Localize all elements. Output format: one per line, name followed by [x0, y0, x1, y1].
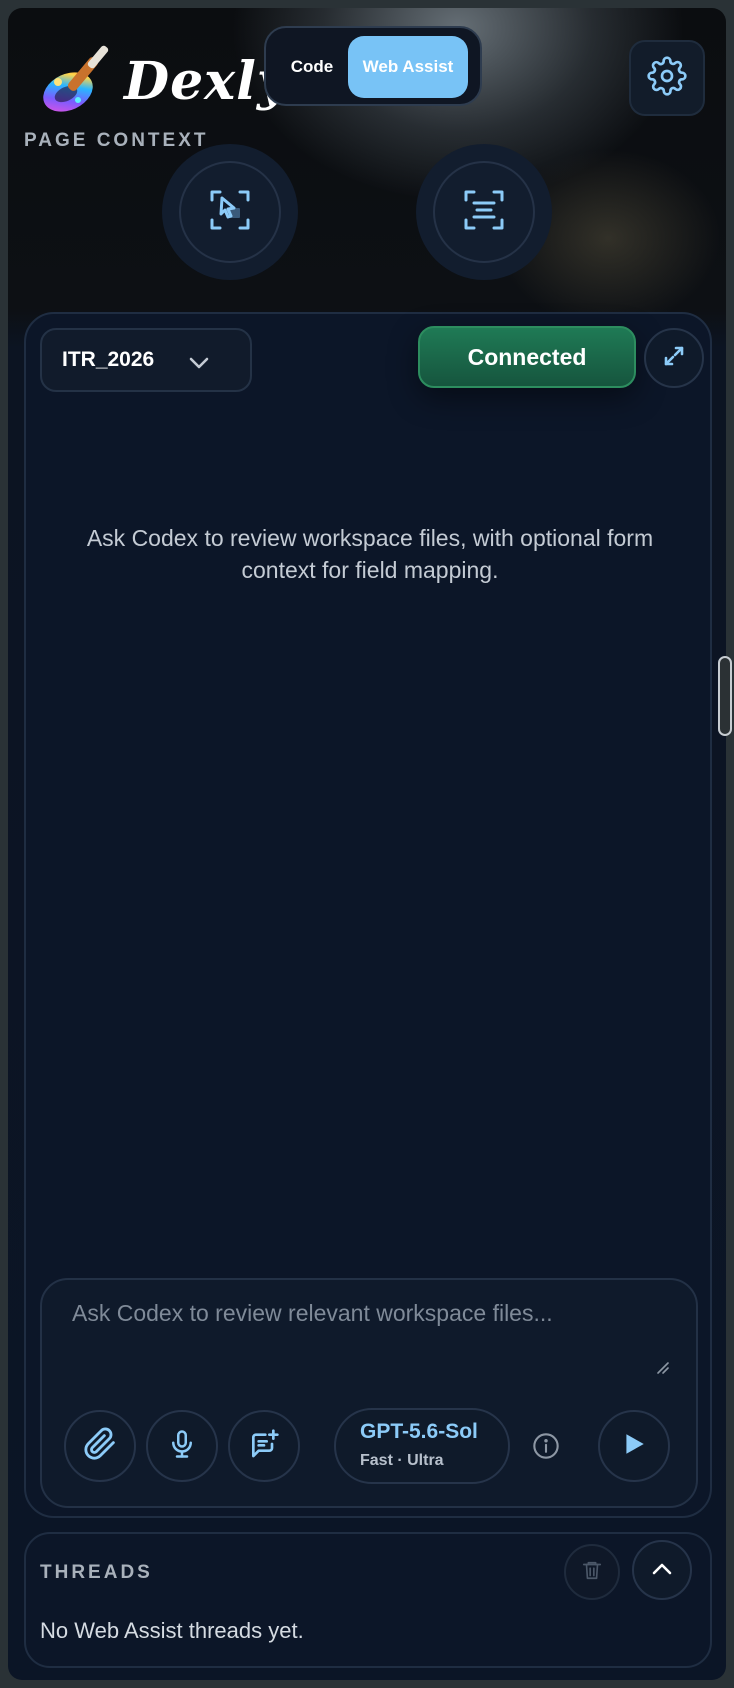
select-element-icon	[206, 186, 254, 238]
settings-button[interactable]	[629, 40, 705, 116]
threads-panel: THREADS No Web Assist threads yet.	[24, 1532, 712, 1668]
expand-button[interactable]	[644, 328, 704, 388]
workspace-name: ITR_2026	[62, 348, 155, 371]
chat-panel: ITR_2026 Connected Ask Codex to review w…	[24, 312, 712, 1518]
paperclip-icon	[83, 1427, 117, 1465]
voice-input-button[interactable]	[146, 1410, 218, 1482]
scan-text-icon	[460, 186, 508, 238]
tab-web-assist[interactable]: Web Assist	[348, 36, 468, 98]
logo-brush-icon	[38, 38, 122, 118]
model-name: GPT-5.6-Sol	[360, 1420, 478, 1443]
mode-switch: Code Web Assist	[264, 26, 482, 106]
trash-icon	[581, 1559, 603, 1585]
prompt-input[interactable]	[72, 1300, 672, 1380]
threads-title: THREADS	[40, 1562, 153, 1583]
workspace-select[interactable]: ITR_2026	[40, 328, 252, 392]
delete-threads-button[interactable]	[564, 1544, 620, 1600]
chevron-down-icon	[188, 352, 210, 376]
scrollbar-thumb[interactable]	[718, 656, 732, 736]
info-icon[interactable]	[532, 1432, 560, 1464]
composer: GPT-5.6-Sol Fast · Ultra	[40, 1278, 698, 1508]
new-thread-button[interactable]	[228, 1410, 300, 1482]
chat-plus-icon	[248, 1428, 280, 1464]
empty-state-message: Ask Codex to review workspace files, wit…	[86, 525, 654, 583]
model-selector-button[interactable]: GPT-5.6-Sol Fast · Ultra	[334, 1408, 510, 1484]
threads-empty-message: No Web Assist threads yet.	[40, 1618, 304, 1643]
collapse-threads-button[interactable]	[632, 1540, 692, 1600]
expand-icon	[662, 344, 686, 372]
model-settings: Fast · Ultra	[360, 1452, 444, 1469]
tab-code[interactable]: Code	[278, 36, 346, 98]
page-context-label: PAGE CONTEXT	[24, 130, 209, 151]
attach-button[interactable]	[64, 1410, 136, 1482]
select-element-button[interactable]	[162, 144, 298, 280]
microphone-icon	[167, 1429, 197, 1463]
gear-icon	[647, 56, 687, 100]
connection-status-badge: Connected	[418, 326, 636, 388]
send-button[interactable]	[598, 1410, 670, 1482]
play-send-icon	[621, 1431, 647, 1461]
app-window: Dexly Code Web Assist PAGE CONTEXT ITR_2…	[8, 8, 726, 1680]
resize-handle-icon[interactable]	[656, 1360, 670, 1379]
chevron-up-icon	[651, 1561, 673, 1580]
scan-text-button[interactable]	[416, 144, 552, 280]
